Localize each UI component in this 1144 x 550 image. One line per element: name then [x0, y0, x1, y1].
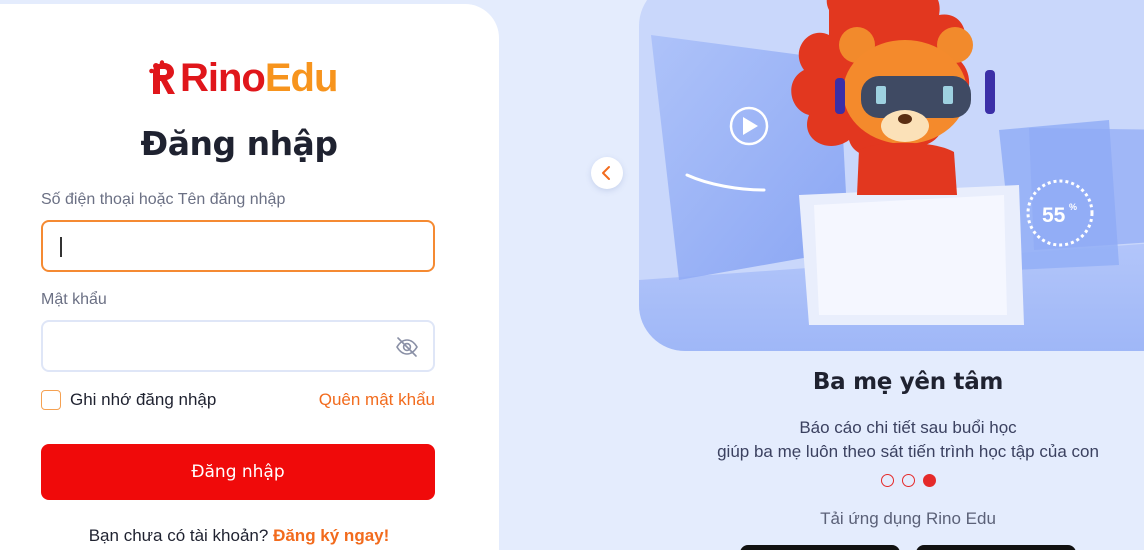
promo-description: Báo cáo chi tiết sau buổi học giúp ba mẹ…	[690, 416, 1126, 464]
username-field-wrapper	[41, 220, 435, 272]
carousel-dot-2[interactable]	[902, 474, 915, 487]
chevron-left-icon	[602, 166, 610, 180]
username-label: Số điện thoại hoặc Tên đăng nhập	[41, 191, 286, 208]
carousel-dots	[881, 474, 936, 487]
app-store-button[interactable]	[740, 545, 900, 550]
page-title: Đăng nhập	[140, 124, 338, 163]
rinoedu-logo: RinoEdu	[149, 52, 339, 104]
signup-row: Bạn chưa có tài khoản? Đăng ký ngay!	[0, 526, 478, 546]
password-field-wrapper	[41, 320, 435, 372]
promo-illustration-art: 55 %	[639, 0, 1144, 351]
download-app-label: Tải ứng dụng Rino Edu	[820, 509, 996, 528]
eye-off-icon[interactable]	[395, 336, 419, 358]
promo-description-line1: Báo cáo chi tiết sau buổi học	[799, 418, 1017, 437]
forgot-password-link[interactable]: Quên mật khẩu	[319, 390, 435, 410]
progress-percent-sign: %	[1069, 202, 1077, 212]
remember-checkbox[interactable]	[41, 390, 61, 410]
text-caret	[60, 237, 62, 257]
google-play-button[interactable]	[916, 545, 1076, 550]
promo-description-line2: giúp ba mẹ luôn theo sát tiến trình học …	[717, 442, 1099, 461]
logo-text-edu: Edu	[264, 56, 339, 100]
signup-link[interactable]: Đăng ký ngay!	[273, 526, 389, 545]
promo-illustration: 55 %	[639, 0, 1144, 351]
carousel-dot-1[interactable]	[881, 474, 894, 487]
login-card: RinoEdu Đăng nhập Số điện thoại hoặc Tên…	[0, 4, 499, 550]
username-input[interactable]	[43, 222, 433, 270]
remember-label: Ghi nhớ đăng nhập	[70, 390, 217, 409]
carousel-dot-3[interactable]	[923, 474, 936, 487]
login-button[interactable]: Đăng nhập	[41, 444, 435, 500]
remember-me[interactable]: Ghi nhớ đăng nhập	[41, 390, 216, 410]
password-input[interactable]	[43, 322, 433, 370]
progress-percent-value: 55	[1042, 204, 1066, 227]
logo-text-rino: Rino	[180, 56, 266, 100]
password-label: Mật khẩu	[41, 291, 107, 308]
carousel-prev-button[interactable]	[591, 157, 623, 189]
promo-title: Ba mẹ yên tâm	[812, 369, 1004, 395]
signup-prompt: Bạn chưa có tài khoản?	[88, 526, 269, 545]
rino-logo-icon	[149, 60, 175, 94]
